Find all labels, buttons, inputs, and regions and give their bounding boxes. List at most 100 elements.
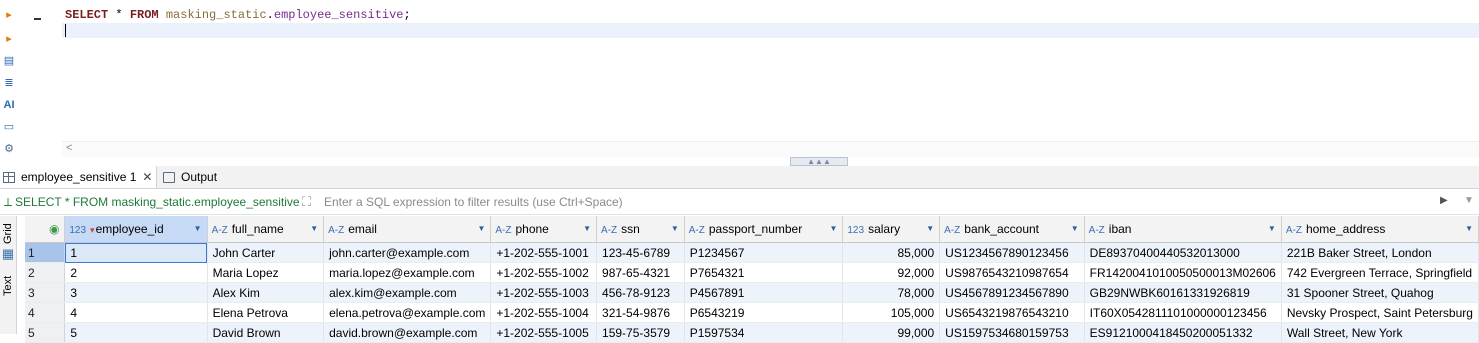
chevron-down-icon: ▼ [1465,224,1473,233]
filter-expand-icon[interactable]: ⛶ [302,194,311,210]
row-number[interactable]: 3 [25,282,66,303]
tab-employee-sensitive-1[interactable]: employee_sensitive 1 ✕ [0,166,157,188]
cell[interactable]: 1 [64,242,208,263]
cell[interactable]: 78,000 [842,282,941,303]
column-header-salary[interactable]: 123 salary ▼ [842,216,941,243]
cell[interactable]: David Brown [207,322,325,343]
cell[interactable]: P1597534 [684,322,844,343]
cell[interactable]: Wall Street, New York [1281,322,1479,343]
sql-icon: ⟂ [4,195,13,209]
table-row[interactable]: 1 1 John Carter john.carter@example.com … [25,242,1479,263]
cell[interactable]: 159-75-3579 [596,322,685,343]
chevron-down-icon: ▼ [477,224,486,233]
cell[interactable]: maria.lopez@example.com [323,262,492,283]
execute-statement-icon[interactable]: ▸ [2,8,16,22]
tab-output[interactable]: Output [160,166,260,188]
cell[interactable]: 3 [64,282,208,303]
close-icon[interactable]: ✕ [142,170,152,184]
column-header-home-address[interactable]: A-Z home_address ▼ [1281,216,1479,243]
grid-icon[interactable]: ▦ [0,246,16,262]
panel-splitter[interactable]: ▲▲▲ [790,157,848,166]
cell[interactable]: ES9121000418450200051332 [1084,322,1282,343]
cell[interactable]: DE89370400440532013000 [1084,242,1282,263]
table-row[interactable]: 5 5 David Brown david.brown@example.com … [25,322,1479,343]
execute-script-icon[interactable]: ▸ [2,32,16,46]
row-number[interactable]: 4 [25,302,66,323]
tab-text[interactable]: Text [0,274,16,302]
editor-horizontal-scrollbar[interactable] [62,141,1479,157]
cell[interactable]: +1-202-555-1001 [490,242,598,263]
cell[interactable]: 4 [64,302,208,323]
cell[interactable]: P6543219 [684,302,844,323]
settings-icon[interactable]: ⚙ [2,142,16,156]
cell[interactable]: +1-202-555-1004 [490,302,598,323]
cell[interactable]: 99,000 [842,322,941,343]
semicolon: ; [403,8,411,22]
cell[interactable]: +1-202-555-1002 [490,262,598,283]
results-grid[interactable]: ◉ 123 ▾employee_id ▼ A-Z full_name ▼ A-Z emai… [25,216,1479,343]
row-number[interactable]: 1 [25,242,66,263]
row-number[interactable]: 5 [25,322,66,343]
column-header-phone[interactable]: A-Z phone ▼ [490,216,598,243]
cell[interactable]: +1-202-555-1005 [490,322,598,343]
cell[interactable]: US9876543210987654 [939,262,1085,283]
table-row[interactable]: 2 2 Maria Lopez maria.lopez@example.com … [25,262,1479,283]
table-row[interactable]: 3 3 Alex Kim alex.kim@example.com +1-202… [25,282,1479,303]
cell[interactable]: 85,000 [842,242,941,263]
format-sql-icon[interactable]: ≣ [2,76,16,90]
cell[interactable]: Elena Petrova [207,302,325,323]
cell[interactable]: 987-65-4321 [596,262,685,283]
keyword-from: FROM [129,8,159,22]
cell[interactable]: 31 Spooner Street, Quahog [1281,282,1479,303]
cell[interactable]: david.brown@example.com [323,322,492,343]
cell[interactable]: US4567891234567890 [939,282,1085,303]
console-icon[interactable]: ▭ [2,120,16,134]
cell[interactable]: 742 Evergreen Terrace, Springfield [1281,262,1479,283]
column-header-iban[interactable]: A-Z iban ▼ [1084,216,1282,243]
sql-line-1[interactable]: SELECT * FROM masking_static.employee_se… [65,8,411,22]
row-number-header[interactable]: ◉ [25,216,66,243]
cell[interactable]: 321-54-9876 [596,302,685,323]
column-header-bank-account[interactable]: A-Z bank_account ▼ [939,216,1085,243]
row-number[interactable]: 2 [25,262,66,283]
cell[interactable]: P1234567 [684,242,844,263]
cell[interactable]: elena.petrova@example.com [323,302,492,323]
filter-input[interactable] [320,192,1428,212]
cell[interactable]: US1234567890123456 [939,242,1085,263]
scroll-left-icon[interactable]: < [66,142,72,154]
chevron-down-icon: ▼ [583,224,592,233]
cell[interactable]: Nevsky Prospect, Saint Petersburg [1281,302,1479,323]
cell[interactable]: P7654321 [684,262,844,283]
explain-plan-icon[interactable]: ▤ [2,54,16,68]
cell[interactable]: US1597534680159753 [939,322,1085,343]
cell[interactable]: john.carter@example.com [323,242,492,263]
cell[interactable]: +1-202-555-1003 [490,282,598,303]
cell[interactable]: FR1420041010050500013M02606 [1084,262,1282,283]
cell[interactable]: GB29NWBK60161331926819 [1084,282,1282,303]
cell[interactable]: P4567891 [684,282,844,303]
cell[interactable]: 456-78-9123 [596,282,685,303]
view-switcher: Grid ▦ Text [0,216,17,334]
cell[interactable]: 5 [64,322,208,343]
column-header-email[interactable]: A-Z email ▼ [323,216,492,243]
apply-filter-icon[interactable]: ▶ [1440,195,1448,206]
column-header-employee-id[interactable]: 123 ▾employee_id ▼ [64,216,208,243]
ai-assistant-icon[interactable]: AI [2,98,16,112]
table-row[interactable]: 4 4 Elena Petrova elena.petrova@example.… [25,302,1479,323]
column-header-ssn[interactable]: A-Z ssn ▼ [596,216,685,243]
chevron-down-icon: ▼ [670,224,679,233]
column-header-full-name[interactable]: A-Z full_name ▼ [207,216,325,243]
cell[interactable]: 105,000 [842,302,941,323]
filter-history-icon[interactable]: ▼ [1464,195,1474,206]
column-header-passport-number[interactable]: A-Z passport_number ▼ [684,216,844,243]
cell[interactable]: US6543219876543210 [939,302,1085,323]
cell[interactable]: Alex Kim [207,282,325,303]
cell[interactable]: 92,000 [842,262,941,283]
cell[interactable]: IT60X0542811101000000123456 [1084,302,1282,323]
cell[interactable]: 221B Baker Street, London [1281,242,1479,263]
cell[interactable]: 2 [64,262,208,283]
cell[interactable]: Maria Lopez [207,262,325,283]
cell[interactable]: alex.kim@example.com [323,282,492,303]
cell[interactable]: John Carter [207,242,325,263]
cell[interactable]: 123-45-6789 [596,242,685,263]
